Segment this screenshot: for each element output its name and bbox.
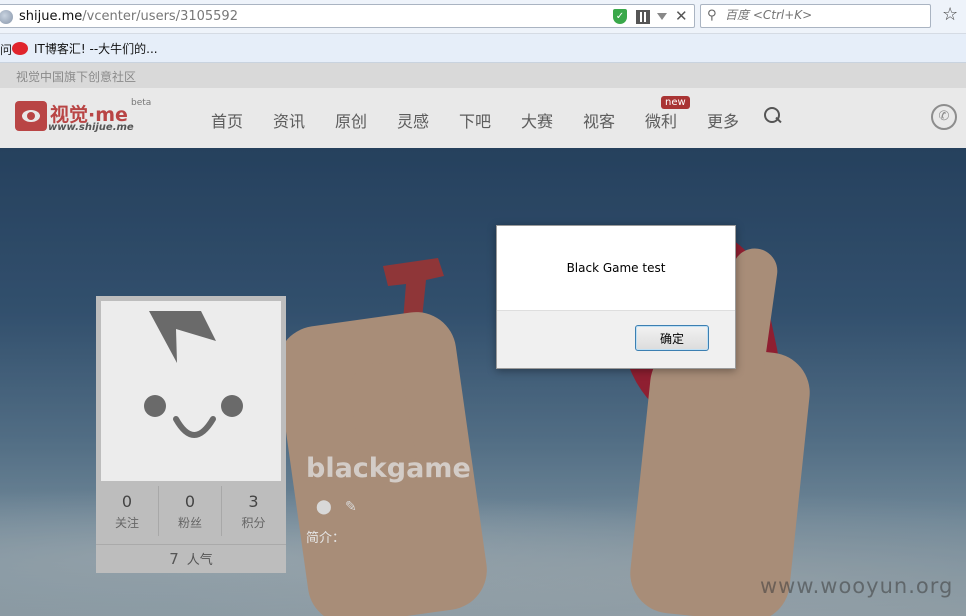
profile-banner: 0 关注 0 粉丝 3 积分 7 人气 blackgame ⬤ ✎ 简介：	[0, 148, 966, 616]
site-page: 视觉中国旗下创意社区 视觉·me beta www.shijue.me 首页 资…	[0, 63, 966, 616]
search-input[interactable]	[725, 8, 925, 22]
globe-icon	[0, 10, 13, 24]
nav-item-home[interactable]: 首页	[211, 108, 243, 132]
stat-followers[interactable]: 0 粉丝	[159, 486, 222, 536]
nav-item-visitors[interactable]: 视客	[583, 108, 615, 132]
shield-check-icon[interactable]: ✓	[613, 9, 627, 24]
url-text[interactable]: shijue.me/vcenter/users/3105592	[19, 9, 238, 24]
profile-stats: 0 关注 0 粉丝 3 积分	[96, 486, 286, 536]
dropdown-arrow-icon[interactable]	[657, 13, 667, 20]
site-top-strip: 视觉中国旗下创意社区	[0, 63, 966, 88]
profile-intro-label: 简介：	[306, 531, 346, 546]
qr-code-icon[interactable]	[636, 10, 650, 24]
url-field[interactable]: shijue.me/vcenter/users/3105592 ✓ ✕	[0, 4, 695, 28]
search-icon[interactable]	[764, 107, 780, 125]
alert-dialog: Black Game test 确定	[496, 225, 736, 369]
search-icon: ⚲	[707, 8, 717, 23]
bookmark-fragment[interactable]: 问	[0, 41, 12, 58]
nav-item-download[interactable]: 下吧	[459, 108, 491, 132]
alert-footer: 确定	[497, 310, 735, 368]
stat-following[interactable]: 0 关注	[96, 486, 159, 536]
ok-button[interactable]: 确定	[635, 325, 709, 351]
bookmark-star-icon[interactable]: ☆	[942, 4, 958, 25]
close-icon[interactable]: ✕	[675, 7, 688, 25]
stat-popularity: 7 人气	[96, 544, 286, 568]
smiley-avatar-icon	[144, 311, 243, 438]
edit-pencil-icon[interactable]: ✎	[345, 499, 357, 515]
search-box[interactable]: ⚲	[700, 4, 931, 28]
nav-item-original[interactable]: 原创	[335, 108, 367, 132]
logo-domain: www.shijue.me	[48, 122, 134, 133]
nav-item-more[interactable]: 更多	[707, 108, 739, 132]
eye-logo-icon	[15, 101, 47, 131]
nav-item-news[interactable]: 资讯	[273, 108, 305, 132]
bookmarks-bar: 问 IT博客汇! --大牛们的...	[0, 34, 966, 63]
site-tagline: 视觉中国旗下创意社区	[16, 70, 137, 84]
profile-card: 0 关注 0 粉丝 3 积分 7 人气	[96, 296, 286, 573]
alert-message: Black Game test	[566, 261, 666, 275]
nav-item-weili[interactable]: 微利	[645, 108, 677, 132]
nav-item-inspiration[interactable]: 灵感	[397, 108, 429, 132]
stat-points[interactable]: 3 积分	[222, 486, 285, 536]
logo-beta: beta	[131, 98, 152, 108]
weibo-icon	[12, 42, 28, 55]
watermark: www.wooyun.org	[760, 574, 954, 598]
phone-icon[interactable]: ✆	[931, 104, 957, 130]
bookmark-item[interactable]: IT博客汇! --大牛们的...	[12, 40, 158, 57]
browser-address-bar: shijue.me/vcenter/users/3105592 ✓ ✕ ⚲ ☆	[0, 0, 966, 34]
profile-username: blackgame	[306, 453, 471, 484]
site-logo[interactable]: 视觉·me beta www.shijue.me	[15, 98, 152, 138]
location-pin-icon: ⬤	[316, 499, 332, 515]
site-nav: 视觉·me beta www.shijue.me 首页 资讯 原创 灵感 下吧 …	[0, 88, 966, 148]
nav-item-contest[interactable]: 大赛	[521, 108, 553, 132]
new-badge: new	[661, 96, 690, 109]
avatar[interactable]	[101, 301, 281, 481]
